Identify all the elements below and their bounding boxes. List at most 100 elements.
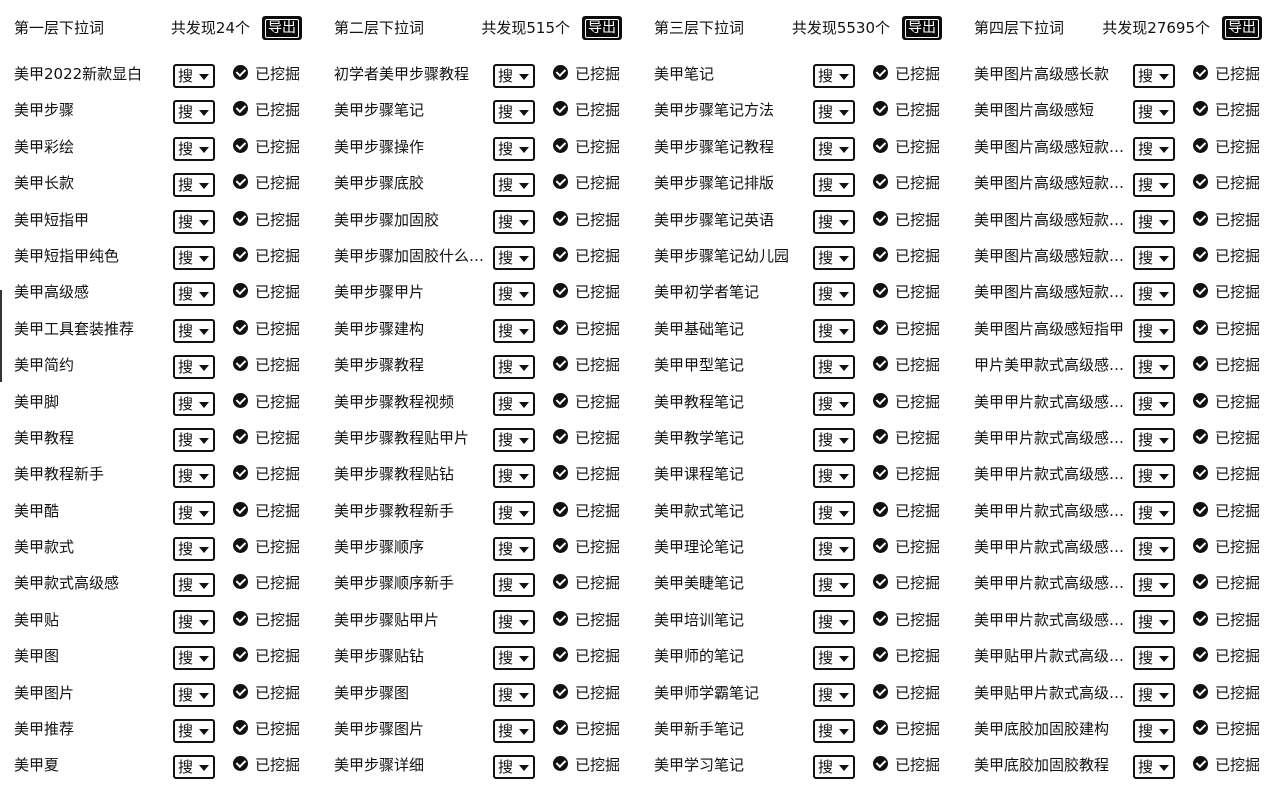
- keyword-text[interactable]: 美甲图片高级感短款…: [974, 282, 1132, 302]
- keyword-text[interactable]: 美甲酷: [14, 501, 172, 521]
- keyword-text[interactable]: 美甲步骤教程视频: [334, 392, 492, 412]
- keyword-text[interactable]: 美甲贴甲片款式高级…: [974, 646, 1132, 666]
- search-engine-select[interactable]: 搜: [173, 427, 215, 452]
- search-engine-select[interactable]: 搜: [813, 755, 855, 780]
- keyword-text[interactable]: 美甲初学者笔记: [654, 282, 812, 302]
- keyword-text[interactable]: 初学者美甲步骤教程: [334, 64, 492, 84]
- search-engine-select[interactable]: 搜: [1133, 173, 1175, 198]
- search-engine-select[interactable]: 搜: [813, 646, 855, 671]
- keyword-text[interactable]: 美甲理论笔记: [654, 537, 812, 557]
- search-engine-select[interactable]: 搜: [173, 464, 215, 489]
- search-engine-select[interactable]: 搜: [813, 245, 855, 270]
- search-engine-select[interactable]: 搜: [813, 427, 855, 452]
- search-engine-select[interactable]: 搜: [173, 245, 215, 270]
- keyword-text[interactable]: 美甲图片高级感短: [974, 100, 1132, 120]
- search-engine-select[interactable]: 搜: [173, 136, 215, 161]
- search-engine-select[interactable]: 搜: [173, 391, 215, 416]
- search-engine-select[interactable]: 搜: [1133, 609, 1175, 634]
- search-engine-select[interactable]: 搜: [493, 391, 535, 416]
- keyword-text[interactable]: 美甲步骤加固胶什么…: [334, 246, 492, 266]
- search-engine-select[interactable]: 搜: [813, 682, 855, 707]
- search-engine-select[interactable]: 搜: [813, 609, 855, 634]
- keyword-text[interactable]: 美甲贴: [14, 610, 172, 630]
- keyword-text[interactable]: 美甲步骤图片: [334, 719, 492, 739]
- search-engine-select[interactable]: 搜: [1133, 427, 1175, 452]
- keyword-text[interactable]: 美甲图片高级感短款…: [974, 246, 1132, 266]
- keyword-text[interactable]: 美甲图片高级感短款…: [974, 137, 1132, 157]
- keyword-text[interactable]: 美甲步骤图: [334, 683, 492, 703]
- keyword-text[interactable]: 美甲步骤操作: [334, 137, 492, 157]
- keyword-text[interactable]: 美甲彩绘: [14, 137, 172, 157]
- search-engine-select[interactable]: 搜: [1133, 391, 1175, 416]
- search-engine-select[interactable]: 搜: [173, 682, 215, 707]
- keyword-text[interactable]: 美甲课程笔记: [654, 464, 812, 484]
- search-engine-select[interactable]: 搜: [1133, 537, 1175, 562]
- search-engine-select[interactable]: 搜: [173, 100, 215, 125]
- search-engine-select[interactable]: 搜: [1133, 136, 1175, 161]
- search-engine-select[interactable]: 搜: [493, 282, 535, 307]
- search-engine-select[interactable]: 搜: [493, 573, 535, 598]
- search-engine-select[interactable]: 搜: [813, 100, 855, 125]
- keyword-text[interactable]: 美甲夏: [14, 755, 172, 775]
- search-engine-select[interactable]: 搜: [1133, 500, 1175, 525]
- keyword-text[interactable]: 美甲短指甲: [14, 210, 172, 230]
- keyword-text[interactable]: 美甲图片: [14, 683, 172, 703]
- search-engine-select[interactable]: 搜: [813, 391, 855, 416]
- search-engine-select[interactable]: 搜: [173, 646, 215, 671]
- search-engine-select[interactable]: 搜: [493, 719, 535, 744]
- keyword-text[interactable]: 美甲步骤教程新手: [334, 501, 492, 521]
- search-engine-select[interactable]: 搜: [1133, 100, 1175, 125]
- search-engine-select[interactable]: 搜: [173, 537, 215, 562]
- keyword-text[interactable]: 美甲步骤顺序新手: [334, 573, 492, 593]
- keyword-text[interactable]: 美甲脚: [14, 392, 172, 412]
- keyword-text[interactable]: 美甲步骤底胶: [334, 173, 492, 193]
- search-engine-select[interactable]: 搜: [493, 355, 535, 380]
- search-engine-select[interactable]: 搜: [813, 464, 855, 489]
- keyword-text[interactable]: 美甲笔记: [654, 64, 812, 84]
- keyword-text[interactable]: 美甲步骤笔记英语: [654, 210, 812, 230]
- keyword-text[interactable]: 美甲步骤教程: [334, 355, 492, 375]
- keyword-text[interactable]: 美甲步骤贴钻: [334, 646, 492, 666]
- search-engine-select[interactable]: 搜: [1133, 318, 1175, 343]
- search-engine-select[interactable]: 搜: [1133, 682, 1175, 707]
- search-engine-select[interactable]: 搜: [173, 609, 215, 634]
- keyword-text[interactable]: 美甲甲片款式高级感…: [974, 573, 1132, 593]
- export-button[interactable]: 导出: [1222, 16, 1262, 40]
- keyword-text[interactable]: 美甲工具套装推荐: [14, 319, 172, 339]
- search-engine-select[interactable]: 搜: [813, 537, 855, 562]
- keyword-text[interactable]: 美甲款式: [14, 537, 172, 557]
- keyword-text[interactable]: 美甲步骤笔记排版: [654, 173, 812, 193]
- search-engine-select[interactable]: 搜: [813, 719, 855, 744]
- search-engine-select[interactable]: 搜: [493, 173, 535, 198]
- keyword-text[interactable]: 美甲短指甲纯色: [14, 246, 172, 266]
- keyword-text[interactable]: 美甲推荐: [14, 719, 172, 739]
- keyword-text[interactable]: 美甲甲片款式高级感…: [974, 501, 1132, 521]
- keyword-text[interactable]: 美甲长款: [14, 173, 172, 193]
- keyword-text[interactable]: 美甲甲片款式高级感…: [974, 464, 1132, 484]
- keyword-text[interactable]: 美甲师的笔记: [654, 646, 812, 666]
- search-engine-select[interactable]: 搜: [1133, 64, 1175, 88]
- search-engine-select[interactable]: 搜: [1133, 646, 1175, 671]
- search-engine-select[interactable]: 搜: [493, 64, 535, 88]
- keyword-text[interactable]: 美甲新手笔记: [654, 719, 812, 739]
- search-engine-select[interactable]: 搜: [173, 355, 215, 380]
- search-engine-select[interactable]: 搜: [493, 100, 535, 125]
- keyword-text[interactable]: 美甲步骤贴甲片: [334, 610, 492, 630]
- keyword-text[interactable]: 美甲培训笔记: [654, 610, 812, 630]
- search-engine-select[interactable]: 搜: [173, 173, 215, 198]
- keyword-text[interactable]: 美甲教程: [14, 428, 172, 448]
- keyword-text[interactable]: 美甲底胶加固胶建构: [974, 719, 1132, 739]
- search-engine-select[interactable]: 搜: [493, 245, 535, 270]
- search-engine-select[interactable]: 搜: [493, 318, 535, 343]
- keyword-text[interactable]: 美甲款式高级感: [14, 573, 172, 593]
- search-engine-select[interactable]: 搜: [1133, 719, 1175, 744]
- search-engine-select[interactable]: 搜: [813, 500, 855, 525]
- search-engine-select[interactable]: 搜: [173, 500, 215, 525]
- search-engine-select[interactable]: 搜: [173, 209, 215, 234]
- keyword-text[interactable]: 美甲高级感: [14, 282, 172, 302]
- keyword-text[interactable]: 美甲步骤笔记幼儿园: [654, 246, 812, 266]
- search-engine-select[interactable]: 搜: [1133, 573, 1175, 598]
- keyword-text[interactable]: 美甲步骤加固胶: [334, 210, 492, 230]
- search-engine-select[interactable]: 搜: [493, 464, 535, 489]
- search-engine-select[interactable]: 搜: [493, 136, 535, 161]
